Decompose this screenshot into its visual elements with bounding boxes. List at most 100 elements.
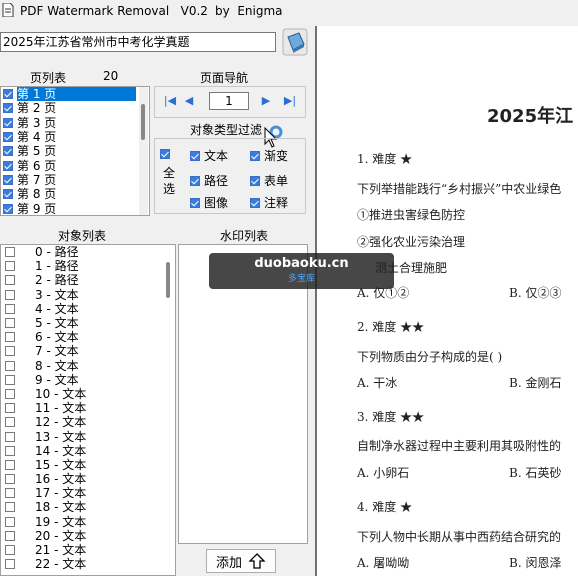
list-item[interactable]: 第 7 页 xyxy=(1,173,149,187)
list-item[interactable]: 14 - 文本 xyxy=(1,444,175,458)
list-item[interactable]: 第 3 页 xyxy=(1,116,149,130)
filter-annotation[interactable]: 注释 xyxy=(250,194,288,211)
object-checkbox[interactable] xyxy=(5,332,15,343)
object-checkbox[interactable] xyxy=(5,545,15,556)
object-checkbox[interactable] xyxy=(5,474,15,485)
open-file-button[interactable] xyxy=(282,28,308,56)
file-path-input[interactable]: 2025年江苏省常州市中考化学真题 xyxy=(0,32,276,52)
object-checkbox[interactable] xyxy=(5,346,15,357)
checkbox[interactable] xyxy=(250,197,260,208)
page-list-scroll-thumb[interactable] xyxy=(141,104,145,140)
list-item[interactable]: 第 5 页 xyxy=(1,144,149,158)
checkbox[interactable] xyxy=(190,150,200,161)
filter-image[interactable]: 图像 xyxy=(190,194,228,211)
checkbox[interactable] xyxy=(190,197,200,208)
object-checkbox[interactable] xyxy=(5,488,15,499)
object-checkbox[interactable] xyxy=(5,559,15,570)
list-item[interactable]: 10 - 文本 xyxy=(1,387,175,401)
list-item[interactable]: 12 - 文本 xyxy=(1,415,175,429)
last-page-icon[interactable]: ▶| xyxy=(283,94,297,108)
list-item[interactable]: 17 - 文本 xyxy=(1,486,175,500)
page-checkbox[interactable] xyxy=(3,117,13,128)
prev-page-icon[interactable]: ◀ xyxy=(182,94,196,108)
list-item[interactable]: 第 9 页 xyxy=(1,201,149,215)
page-list[interactable]: 第 1 页 第 2 页 第 3 页 第 4 页 第 5 页 第 6 页 第 7 … xyxy=(0,86,150,216)
page-number-input[interactable]: 1 xyxy=(209,92,249,110)
list-item[interactable]: 第 2 页 xyxy=(1,101,149,115)
object-checkbox[interactable] xyxy=(5,530,15,541)
object-label: 0 - 路径 xyxy=(35,245,79,260)
list-item[interactable]: 3 - 文本 xyxy=(1,288,175,302)
filter-text[interactable]: 文本 xyxy=(190,147,228,164)
list-item[interactable]: 13 - 文本 xyxy=(1,429,175,444)
page-checkbox[interactable] xyxy=(3,89,13,100)
list-item[interactable]: 第 1 页 xyxy=(1,87,149,102)
list-item[interactable]: 20 - 文本 xyxy=(1,529,175,543)
list-item[interactable]: 15 - 文本 xyxy=(1,458,175,472)
object-checkbox[interactable] xyxy=(5,247,15,258)
filter-gradient[interactable]: 渐变 xyxy=(250,147,288,164)
object-checkbox[interactable] xyxy=(5,360,15,371)
add-button-label: 添加 xyxy=(215,555,242,571)
overlay-site-cn: 多宝库 xyxy=(287,274,315,284)
object-checkbox[interactable] xyxy=(5,374,15,385)
list-item[interactable]: 5 - 文本 xyxy=(1,316,175,330)
checkbox[interactable] xyxy=(190,175,200,186)
object-checkbox[interactable] xyxy=(5,445,15,456)
object-checkbox[interactable] xyxy=(5,431,15,442)
checkbox[interactable] xyxy=(250,175,260,186)
next-page-icon[interactable]: ▶ xyxy=(259,94,273,108)
checkbox[interactable] xyxy=(250,150,260,161)
list-item[interactable]: 7 - 文本 xyxy=(1,344,175,358)
list-item[interactable]: 11 - 文本 xyxy=(1,401,175,415)
question-text: 下列人物中长期从事中西药结合研究的 xyxy=(357,530,562,544)
object-checkbox[interactable] xyxy=(5,388,15,399)
list-item[interactable]: 16 - 文本 xyxy=(1,472,175,486)
page-checkbox[interactable] xyxy=(3,174,13,185)
list-item[interactable]: 第 8 页 xyxy=(1,187,149,201)
page-checkbox[interactable] xyxy=(3,103,13,114)
list-item[interactable]: 21 - 文本 xyxy=(1,543,175,557)
list-item[interactable]: 4 - 文本 xyxy=(1,302,175,316)
page-checkbox[interactable] xyxy=(3,146,13,157)
page-checkbox[interactable] xyxy=(3,203,13,214)
add-watermark-button[interactable]: 添加 xyxy=(206,549,276,573)
first-page-icon[interactable]: |◀ xyxy=(163,94,177,108)
object-label: 14 - 文本 xyxy=(35,443,87,458)
watermark-list-title: 水印列表 xyxy=(220,229,269,243)
list-item[interactable]: 22 - 文本 xyxy=(1,557,175,571)
list-item[interactable]: 6 - 文本 xyxy=(1,330,175,344)
watermark-list[interactable] xyxy=(178,244,308,544)
list-item[interactable]: 19 - 文本 xyxy=(1,515,175,529)
object-checkbox[interactable] xyxy=(5,417,15,428)
object-checkbox[interactable] xyxy=(5,459,15,470)
filter-path[interactable]: 路径 xyxy=(190,172,228,189)
page-checkbox[interactable] xyxy=(3,160,13,171)
object-checkbox[interactable] xyxy=(5,303,15,314)
pdf-preview[interactable]: 2025年江 1. 难度 ★ 下列举措能践行“乡村振兴”中农业绿色 ①推进虫害绿… xyxy=(315,26,578,576)
filter-form[interactable]: 表单 xyxy=(250,172,288,189)
object-checkbox[interactable] xyxy=(5,502,15,513)
object-checkbox[interactable] xyxy=(5,289,15,300)
object-checkbox[interactable] xyxy=(5,275,15,286)
object-checkbox[interactable] xyxy=(5,261,15,272)
page-checkbox[interactable] xyxy=(3,132,13,143)
object-label: 12 - 文本 xyxy=(35,415,87,430)
list-item[interactable]: 9 - 文本 xyxy=(1,373,175,387)
object-list[interactable]: 0 - 路径 1 - 路径 2 - 路径 3 - 文本 4 - 文本 5 - 文本 6 - … xyxy=(0,244,176,576)
watermark-overlay: duobaoku.cn 多宝库 xyxy=(209,253,394,289)
select-all-checkbox[interactable] xyxy=(160,148,174,162)
page-checkbox[interactable] xyxy=(3,189,13,200)
checkbox[interactable] xyxy=(160,149,170,159)
list-item[interactable]: 第 6 页 xyxy=(1,158,149,173)
list-item[interactable]: 8 - 文本 xyxy=(1,359,175,373)
object-checkbox[interactable] xyxy=(5,403,15,414)
list-item[interactable]: 1 - 路径 xyxy=(1,259,175,273)
list-item[interactable]: 2 - 路径 xyxy=(1,273,175,287)
list-item[interactable]: 第 4 页 xyxy=(1,130,149,144)
object-checkbox[interactable] xyxy=(5,318,15,329)
list-item[interactable]: 18 - 文本 xyxy=(1,500,175,514)
object-list-scroll-thumb[interactable] xyxy=(166,262,170,298)
object-checkbox[interactable] xyxy=(5,516,15,527)
list-item[interactable]: 0 - 路径 xyxy=(1,245,175,259)
